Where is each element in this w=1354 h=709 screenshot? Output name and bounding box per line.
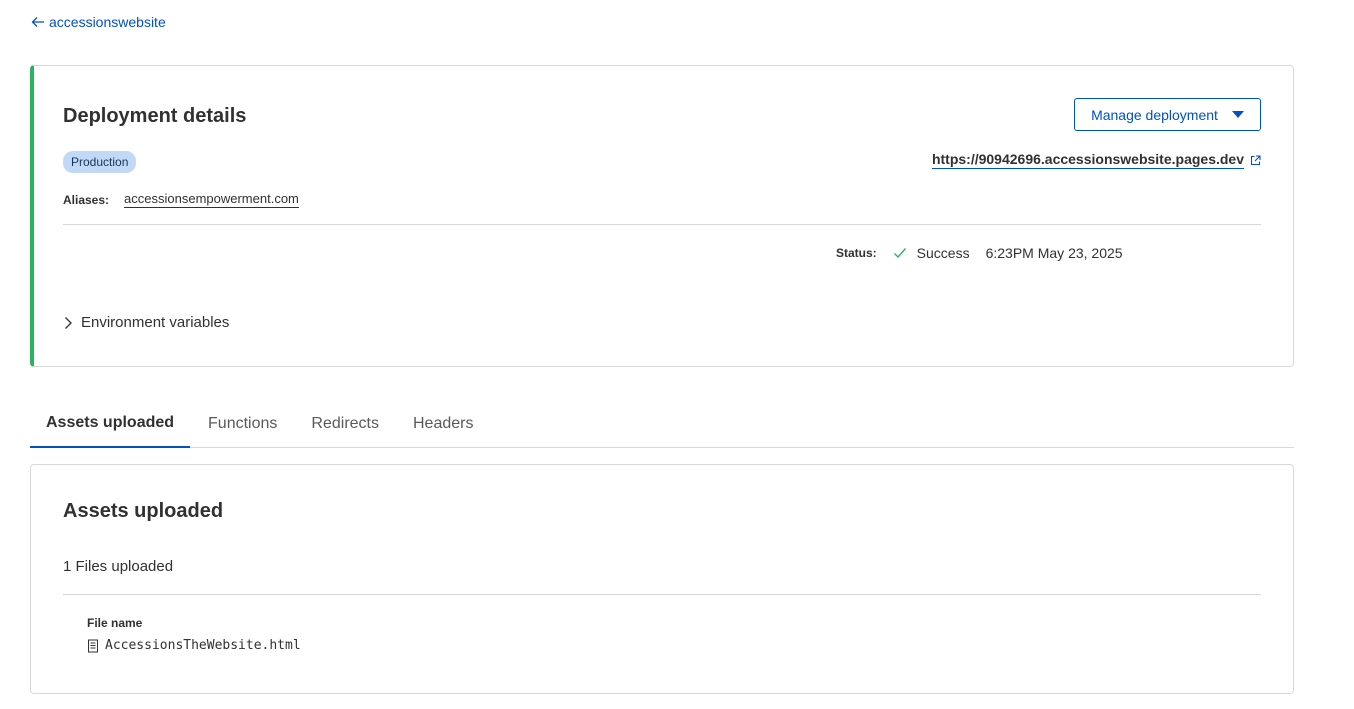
check-icon xyxy=(893,248,906,259)
chevron-right-icon xyxy=(65,316,72,329)
page: accessionswebsite Deployment details Man… xyxy=(0,0,1354,709)
file-name: AccessionsTheWebsite.html xyxy=(105,638,301,653)
column-header-file-name: File name xyxy=(87,616,143,630)
file-row: AccessionsTheWebsite.html xyxy=(87,638,301,653)
environment-variables-toggle[interactable]: Environment variables xyxy=(63,314,229,331)
deployment-url-link[interactable]: https://90942696.accessionswebsite.pages… xyxy=(931,151,1244,169)
environment-variables-label: Environment variables xyxy=(81,314,230,331)
back-link[interactable]: accessionswebsite xyxy=(31,14,166,30)
environment-badge: Production xyxy=(63,151,137,173)
external-link-icon[interactable] xyxy=(1250,154,1261,166)
tab-redirects[interactable]: Redirects xyxy=(295,400,395,448)
tab-bar: Assets uploaded Functions Redirects Head… xyxy=(30,400,1294,448)
manage-deployment-button[interactable]: Manage deployment xyxy=(1074,98,1261,131)
status-time: 6:23PM May 23, 2025 xyxy=(985,245,1123,261)
status-value: Success xyxy=(916,245,970,261)
file-icon xyxy=(88,639,98,652)
assets-title: Assets uploaded xyxy=(63,500,224,522)
files-count: 1 Files uploaded xyxy=(63,558,174,575)
back-link-label: accessionswebsite xyxy=(49,14,166,30)
arrow-left-icon xyxy=(31,17,44,27)
deployment-card: Deployment details Manage deployment Pro… xyxy=(30,65,1294,367)
caret-down-icon xyxy=(1231,111,1244,118)
divider xyxy=(63,224,1261,225)
assets-card: Assets uploaded 1 Files uploaded File na… xyxy=(30,464,1294,694)
deployment-title: Deployment details xyxy=(63,105,247,127)
tab-functions[interactable]: Functions xyxy=(192,400,293,448)
tab-assets-uploaded[interactable]: Assets uploaded xyxy=(30,400,191,448)
divider xyxy=(63,594,1261,595)
tab-headers[interactable]: Headers xyxy=(397,400,489,448)
status-row: Status: Success 6:23PM May 23, 2025 xyxy=(836,245,1123,261)
aliases-row: Aliases: accessionsempowerment.com xyxy=(63,191,299,208)
aliases-label: Aliases: xyxy=(63,192,110,207)
status-label: Status: xyxy=(836,246,877,260)
manage-deployment-label: Manage deployment xyxy=(1091,106,1218,123)
alias-link[interactable]: accessionsempowerment.com xyxy=(124,191,299,208)
deployment-url: https://90942696.accessionswebsite.pages… xyxy=(931,151,1261,169)
